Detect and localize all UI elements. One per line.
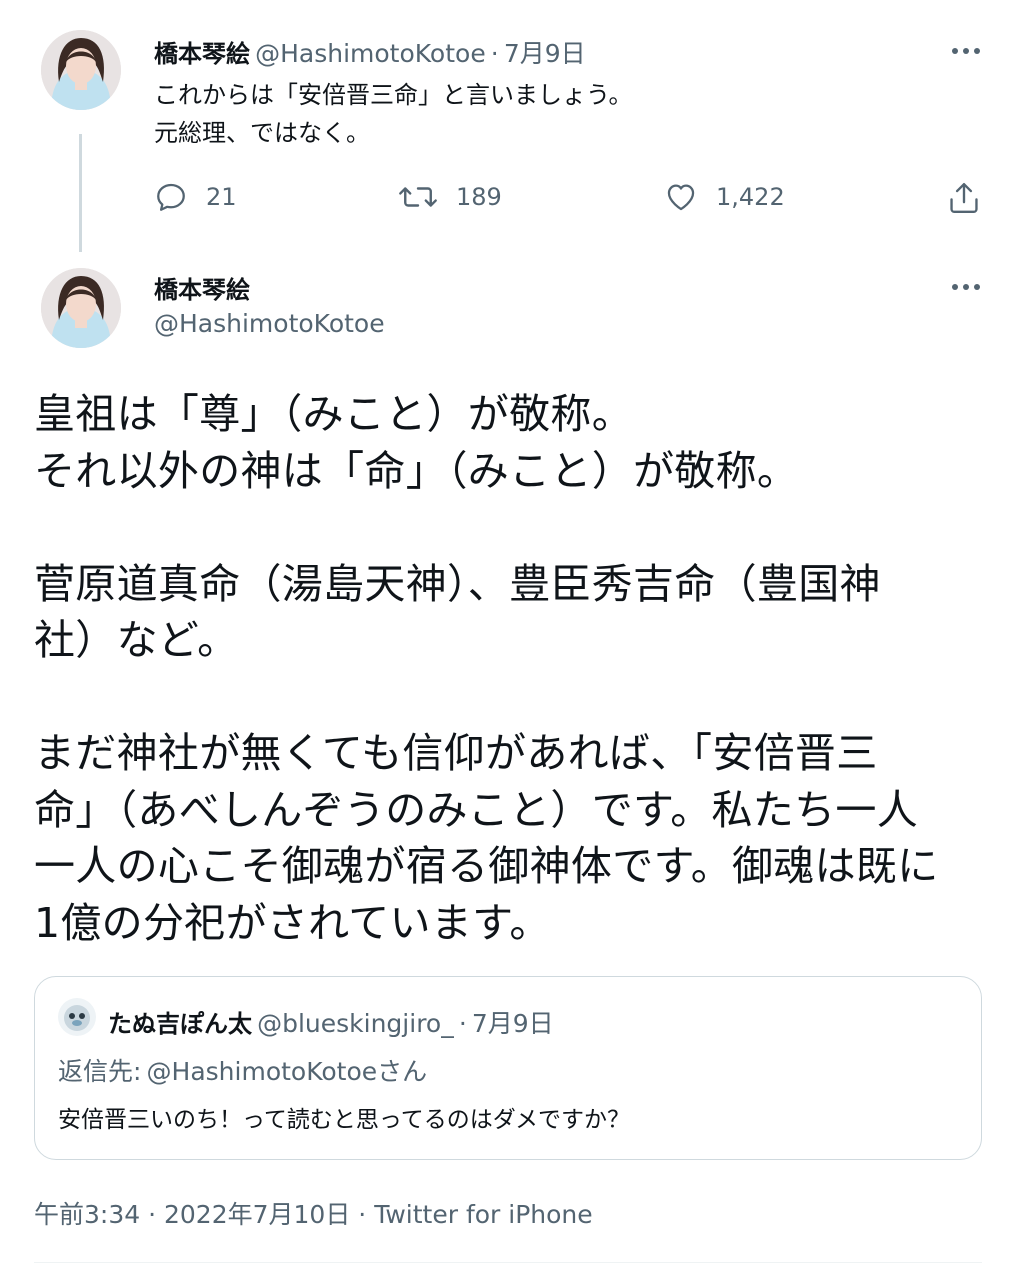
tweet1-author-name[interactable]: 橋本琴絵 <box>154 40 250 68</box>
more-icon <box>952 48 980 54</box>
like-count: 1,422 <box>716 183 785 211</box>
divider <box>34 1262 982 1263</box>
tweet-date[interactable]: 2022年7月10日 <box>164 1200 350 1229</box>
tweet-source[interactable]: Twitter for iPhone <box>374 1200 592 1229</box>
reply-icon <box>157 183 185 211</box>
avatar-photo <box>58 998 96 1036</box>
tweet1-header: 橋本琴絵 @HashimotoKotoe · 7月9日 <box>154 34 586 70</box>
retweet-icon <box>399 187 437 207</box>
tweet1-separator: · <box>490 39 499 68</box>
like-button[interactable]: 1,422 <box>664 180 785 214</box>
tweet2-handle[interactable]: @HashimotoKotoe <box>154 309 385 338</box>
reply-to-label: 返信先: <box>58 1057 142 1086</box>
tweet-time[interactable]: 午前3:34 <box>34 1200 140 1229</box>
quote-text: 安倍晋三いのち！って読むと思ってるのはダメですか？ <box>58 1107 631 1133</box>
share-button[interactable] <box>947 180 981 216</box>
like-icon <box>667 184 695 211</box>
reply-count: 21 <box>206 183 237 211</box>
tweet2-more-button[interactable] <box>946 272 986 302</box>
tweet1-date[interactable]: 7月9日 <box>504 39 586 68</box>
reply-to-handle[interactable]: @HashimotoKotoeさん <box>147 1057 428 1086</box>
tweet2-text: 皇祖は「尊」（みこと）が敬称。 それ以外の神は「命」（みこと）が敬称。 菅原道真… <box>34 390 939 947</box>
retweet-button[interactable]: 189 <box>398 180 502 214</box>
tweet-meta: 午前3:34 · 2022年7月10日 · Twitter for iPhone <box>34 1195 593 1231</box>
meta-separator-1: · <box>148 1200 157 1229</box>
avatar-photo <box>41 30 121 110</box>
tweet1-text: これからは「安倍晋三命」と言いましょう。 元総理、ではなく。 <box>154 81 633 147</box>
reply-button[interactable]: 21 <box>154 180 237 214</box>
tweet1-avatar[interactable] <box>41 30 121 110</box>
quote-date[interactable]: 7月9日 <box>472 1009 554 1038</box>
quote-reply-to: 返信先: @HashimotoKotoeさん <box>58 1052 427 1088</box>
meta-separator-2: · <box>358 1200 367 1229</box>
quote-avatar[interactable] <box>58 998 96 1036</box>
avatar-photo <box>41 268 121 348</box>
more-icon <box>952 284 980 290</box>
tweet1-more-button[interactable] <box>946 36 986 66</box>
quote-separator: · <box>458 1009 467 1038</box>
quote-header: たぬ吉ぽん太 @blueskingjiro_ · 7月9日 <box>108 1004 554 1040</box>
thread-connector <box>79 134 82 252</box>
tweet1-handle[interactable]: @HashimotoKotoe <box>255 39 486 68</box>
quote-author-name[interactable]: たぬ吉ぽん太 <box>108 1010 252 1038</box>
tweet2-author-name[interactable]: 橋本琴絵 <box>154 270 250 305</box>
retweet-count: 189 <box>456 183 502 211</box>
tweet2-avatar[interactable] <box>41 268 121 348</box>
quote-handle[interactable]: @blueskingjiro_ <box>257 1009 454 1038</box>
share-icon <box>950 182 978 214</box>
